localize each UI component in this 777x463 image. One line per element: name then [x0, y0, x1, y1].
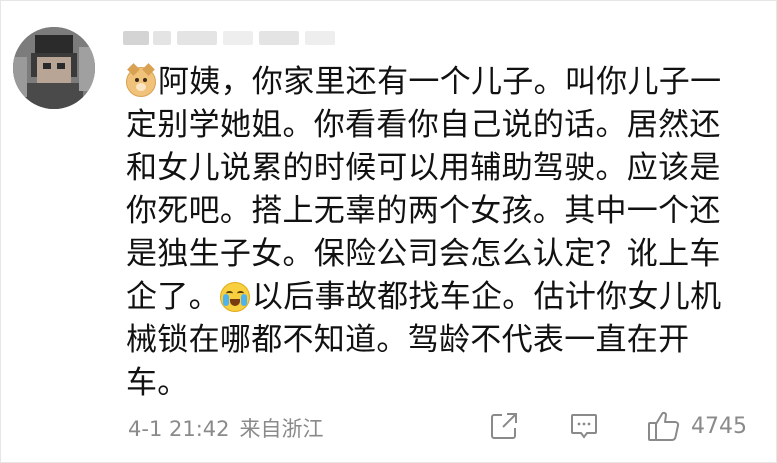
avatar[interactable]	[13, 27, 95, 109]
comment-text: 阿姨，你家里还有一个儿子。叫你儿子一定别学她姐。你看看你自己说的话。居然还和女儿…	[126, 61, 746, 405]
share-button[interactable]	[489, 409, 523, 443]
like-count: 4745	[691, 413, 747, 439]
comment-text-part1: 阿姨，你家里还有一个儿子。叫你儿子一定别学她姐。你看看你自己说的话。居然还和女儿…	[126, 64, 722, 315]
username-redacted[interactable]	[123, 27, 343, 49]
comment-meta: 4-1 21:42 来自浙江	[128, 413, 334, 443]
comment-button[interactable]	[569, 409, 603, 443]
doge-icon	[126, 63, 156, 97]
laugh-cry-icon	[219, 282, 250, 312]
like-button[interactable]: 4745	[647, 409, 747, 443]
location: 来自浙江	[239, 417, 324, 441]
comment-card: 阿姨，你家里还有一个儿子。叫你儿子一定别学她姐。你看看你自己说的话。居然还和女儿…	[0, 0, 777, 463]
share-icon	[489, 411, 519, 441]
thumbs-up-icon	[647, 410, 681, 442]
comment-icon	[569, 411, 599, 441]
timestamp: 4-1 21:42	[128, 417, 230, 441]
